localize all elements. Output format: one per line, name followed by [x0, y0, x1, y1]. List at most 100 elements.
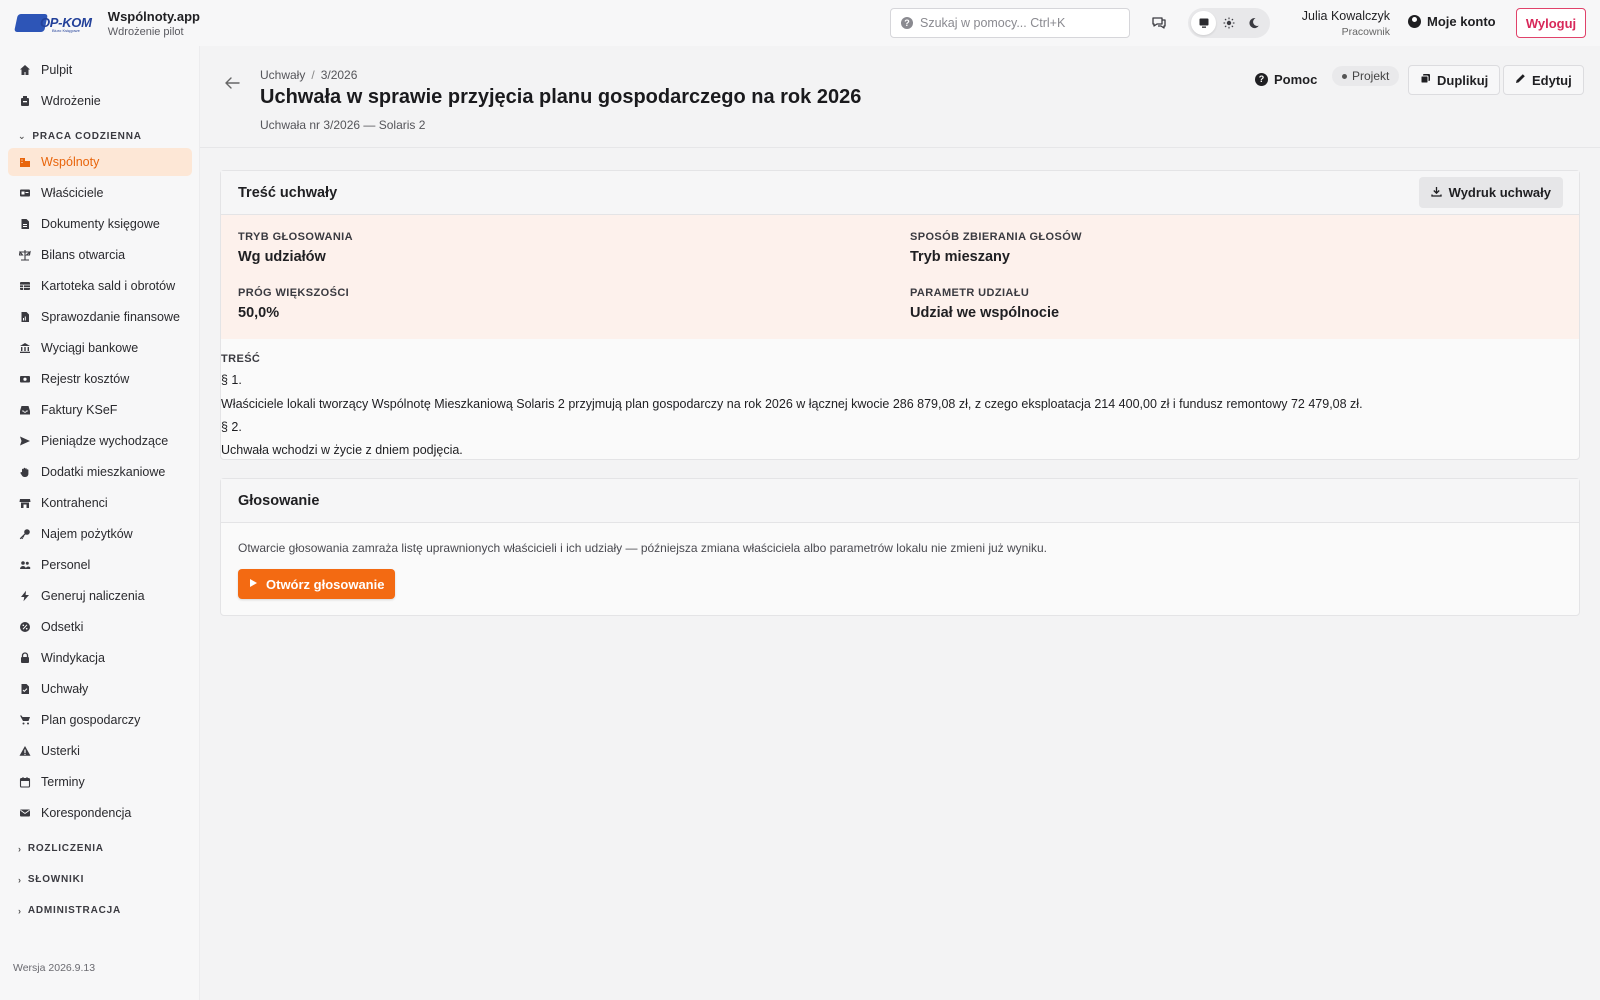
status-dot-icon [1342, 73, 1347, 79]
breadcrumb: Uchwały/3/2026 [260, 68, 358, 82]
sidebar-item-pulpit[interactable]: Pulpit [8, 56, 192, 84]
building-icon [18, 155, 32, 169]
print-resolution-button[interactable]: Wydruk uchwały [1418, 177, 1563, 208]
sidebar-item-sprawozdanie-finansowe[interactable]: Sprawozdanie finansowe [8, 303, 192, 331]
sidebar-item-generuj-naliczenia[interactable]: Generuj naliczenia [8, 582, 192, 610]
help-button[interactable]: ? Pomoc [1255, 72, 1317, 87]
sidebar-item-wspolnoty[interactable]: Wspólnoty [8, 148, 192, 176]
sidebar-item-plan-gospodarczy[interactable]: Plan gospodarczy [8, 706, 192, 734]
theme-system-option[interactable] [1191, 11, 1217, 35]
page-title: Uchwała w sprawie przyjęcia planu gospod… [260, 86, 862, 108]
theme-dark-option[interactable] [1242, 11, 1267, 35]
app-name: Wspólnoty.app [107, 8, 200, 24]
chat-button[interactable] [1148, 12, 1170, 34]
sidebar-item-label: Faktury KSeF [41, 403, 118, 417]
section-rozliczenia[interactable]: › ROZLICZENIA [18, 843, 104, 854]
resolution-content-card: Treść uchwały Wydruk uchwały TRYB GŁOSOW… [220, 170, 1580, 460]
sidebar-item-kartoteka-sald-i-obrotow[interactable]: Kartoteka sald i obrotów [8, 272, 192, 300]
home-icon [18, 63, 32, 77]
my-account-link[interactable]: Moje konto [1408, 14, 1496, 29]
sidebar-item-kontrahenci[interactable]: Kontrahenci [8, 489, 192, 517]
document-icon [18, 217, 32, 231]
voting-card: Głosowanie Otwarcie głosowania zamraża l… [220, 478, 1580, 616]
sidebar-item-dokumenty-ksiegowe[interactable]: Dokumenty księgowe [8, 210, 192, 238]
sidebar-item-terminy[interactable]: Terminy [8, 768, 192, 796]
percent-icon [18, 620, 32, 634]
sidebar-item-usterki[interactable]: Usterki [8, 737, 192, 765]
chart-icon [18, 713, 32, 727]
mail-icon [18, 806, 32, 820]
sidebar-item-label: Wspólnoty [41, 155, 100, 169]
store-icon [18, 496, 32, 510]
content-label: TREŚĆ [221, 353, 261, 365]
chevron-right-icon: › [18, 905, 22, 916]
breadcrumb-uchwaly[interactable]: Uchwały [260, 68, 305, 82]
sidebar-item-personel[interactable]: Personel [8, 551, 192, 579]
section-praca-codzienna[interactable]: ⌄ PRACA CODZIENNA [18, 131, 142, 142]
sidebar-item-label: Kontrahenci [41, 496, 108, 510]
brand[interactable]: OP-KOM Biuro Księgowe Wspólnoty.app Wdro… [0, 9, 200, 38]
sidebar-item-bilans-otwarcia[interactable]: Bilans otwarcia [8, 241, 192, 269]
duplicate-button[interactable]: Duplikuj [1408, 65, 1501, 95]
sidebar-item-wyciagi-bankowe[interactable]: Wyciągi bankowe [8, 334, 192, 362]
voting-description: Otwarcie głosowania zamraża listę uprawn… [238, 541, 1048, 555]
chevron-right-icon: › [18, 843, 22, 854]
sidebar-item-pieniadze-wychodzace[interactable]: Pieniądze wychodzące [8, 427, 192, 455]
open-voting-button[interactable]: Otwórz głosowanie [238, 569, 396, 599]
sidebar-item-label: Bilans otwarcia [41, 248, 126, 262]
search-input[interactable] [920, 16, 1110, 30]
help-circle-icon: ? [1255, 73, 1268, 86]
logout-button[interactable]: Wyloguj [1516, 8, 1586, 38]
paragraph-2-text: Uchwała wchodzi w życie z dniem podjęcia… [221, 443, 463, 457]
inbox-icon [18, 403, 32, 417]
download-icon [1431, 186, 1442, 200]
sidebar-item-label: Dodatki mieszkaniowe [41, 465, 166, 479]
send-icon [18, 434, 32, 448]
sidebar-item-dodatki-mieszkaniowe[interactable]: Dodatki mieszkaniowe [8, 458, 192, 486]
sidebar-item-uchwaly[interactable]: Uchwały [8, 675, 192, 703]
theme-switcher [1188, 8, 1270, 38]
user-circle-icon [1408, 15, 1421, 28]
sidebar-item-label: Wyciągi bankowe [41, 341, 139, 355]
bank-icon [18, 341, 32, 355]
help-search[interactable]: ? [890, 8, 1130, 38]
sidebar-item-label: Terminy [41, 775, 85, 789]
voting-parameters: TRYB GŁOSOWANIA Wg udziałów SPOSÓB ZBIER… [221, 215, 1579, 339]
bolt-icon [18, 589, 32, 603]
section-slowniki[interactable]: › SŁOWNIKI [18, 874, 84, 885]
app-version: Wersja 2026.9.13 [13, 962, 96, 974]
calendar-icon [18, 775, 32, 789]
sidebar-item-label: Usterki [41, 744, 80, 758]
rocket-icon [18, 94, 32, 108]
sidebar-item-label: Korespondencja [41, 806, 132, 820]
check-doc-icon [18, 682, 32, 696]
card-title: Głosowanie [221, 479, 1579, 523]
help-circle-icon: ? [901, 17, 913, 29]
users-icon [18, 558, 32, 572]
environment-label: Wdrożenie pilot [107, 25, 184, 38]
paragraph-2-heading: § 2. [221, 420, 242, 434]
sidebar-item-odsetki[interactable]: Odsetki [8, 613, 192, 641]
sidebar-item-label: Rejestr kosztów [41, 372, 130, 386]
section-administracja[interactable]: › ADMINISTRACJA [18, 905, 121, 916]
sidebar-item-windykacja[interactable]: Windykacja [8, 644, 192, 672]
report-icon [18, 310, 32, 324]
edit-button[interactable]: Edytuj [1503, 65, 1584, 95]
param-share-parameter: PARAMETR UDZIAŁU Udział we wspólnocie [910, 287, 1060, 321]
sidebar-item-faktury-ksef[interactable]: Faktury KSeF [8, 396, 192, 424]
sidebar-item-korespondencja[interactable]: Korespondencja [8, 799, 192, 827]
status-badge: Projekt [1332, 66, 1400, 86]
theme-light-option[interactable] [1216, 11, 1241, 35]
card-title: Treść uchwały [221, 171, 1579, 215]
sidebar-item-rejestr-kosztow[interactable]: Rejestr kosztów [8, 365, 192, 393]
back-arrow-icon[interactable] [224, 76, 240, 95]
param-majority-threshold: PRÓG WIĘKSZOŚCI 50,0% [238, 287, 350, 321]
play-icon [249, 578, 258, 591]
warning-icon [18, 744, 32, 758]
moon-icon [1249, 18, 1260, 29]
sidebar-item-najem-pozytkow[interactable]: Najem pożytków [8, 520, 192, 548]
sidebar-item-wdrozenie[interactable]: Wdrożenie [8, 87, 192, 115]
scale-icon [18, 248, 32, 262]
param-vote-collection: SPOSÓB ZBIERANIA GŁOSÓW Tryb mieszany [910, 231, 1082, 265]
sidebar-item-wlasciciele[interactable]: Właściciele [8, 179, 192, 207]
